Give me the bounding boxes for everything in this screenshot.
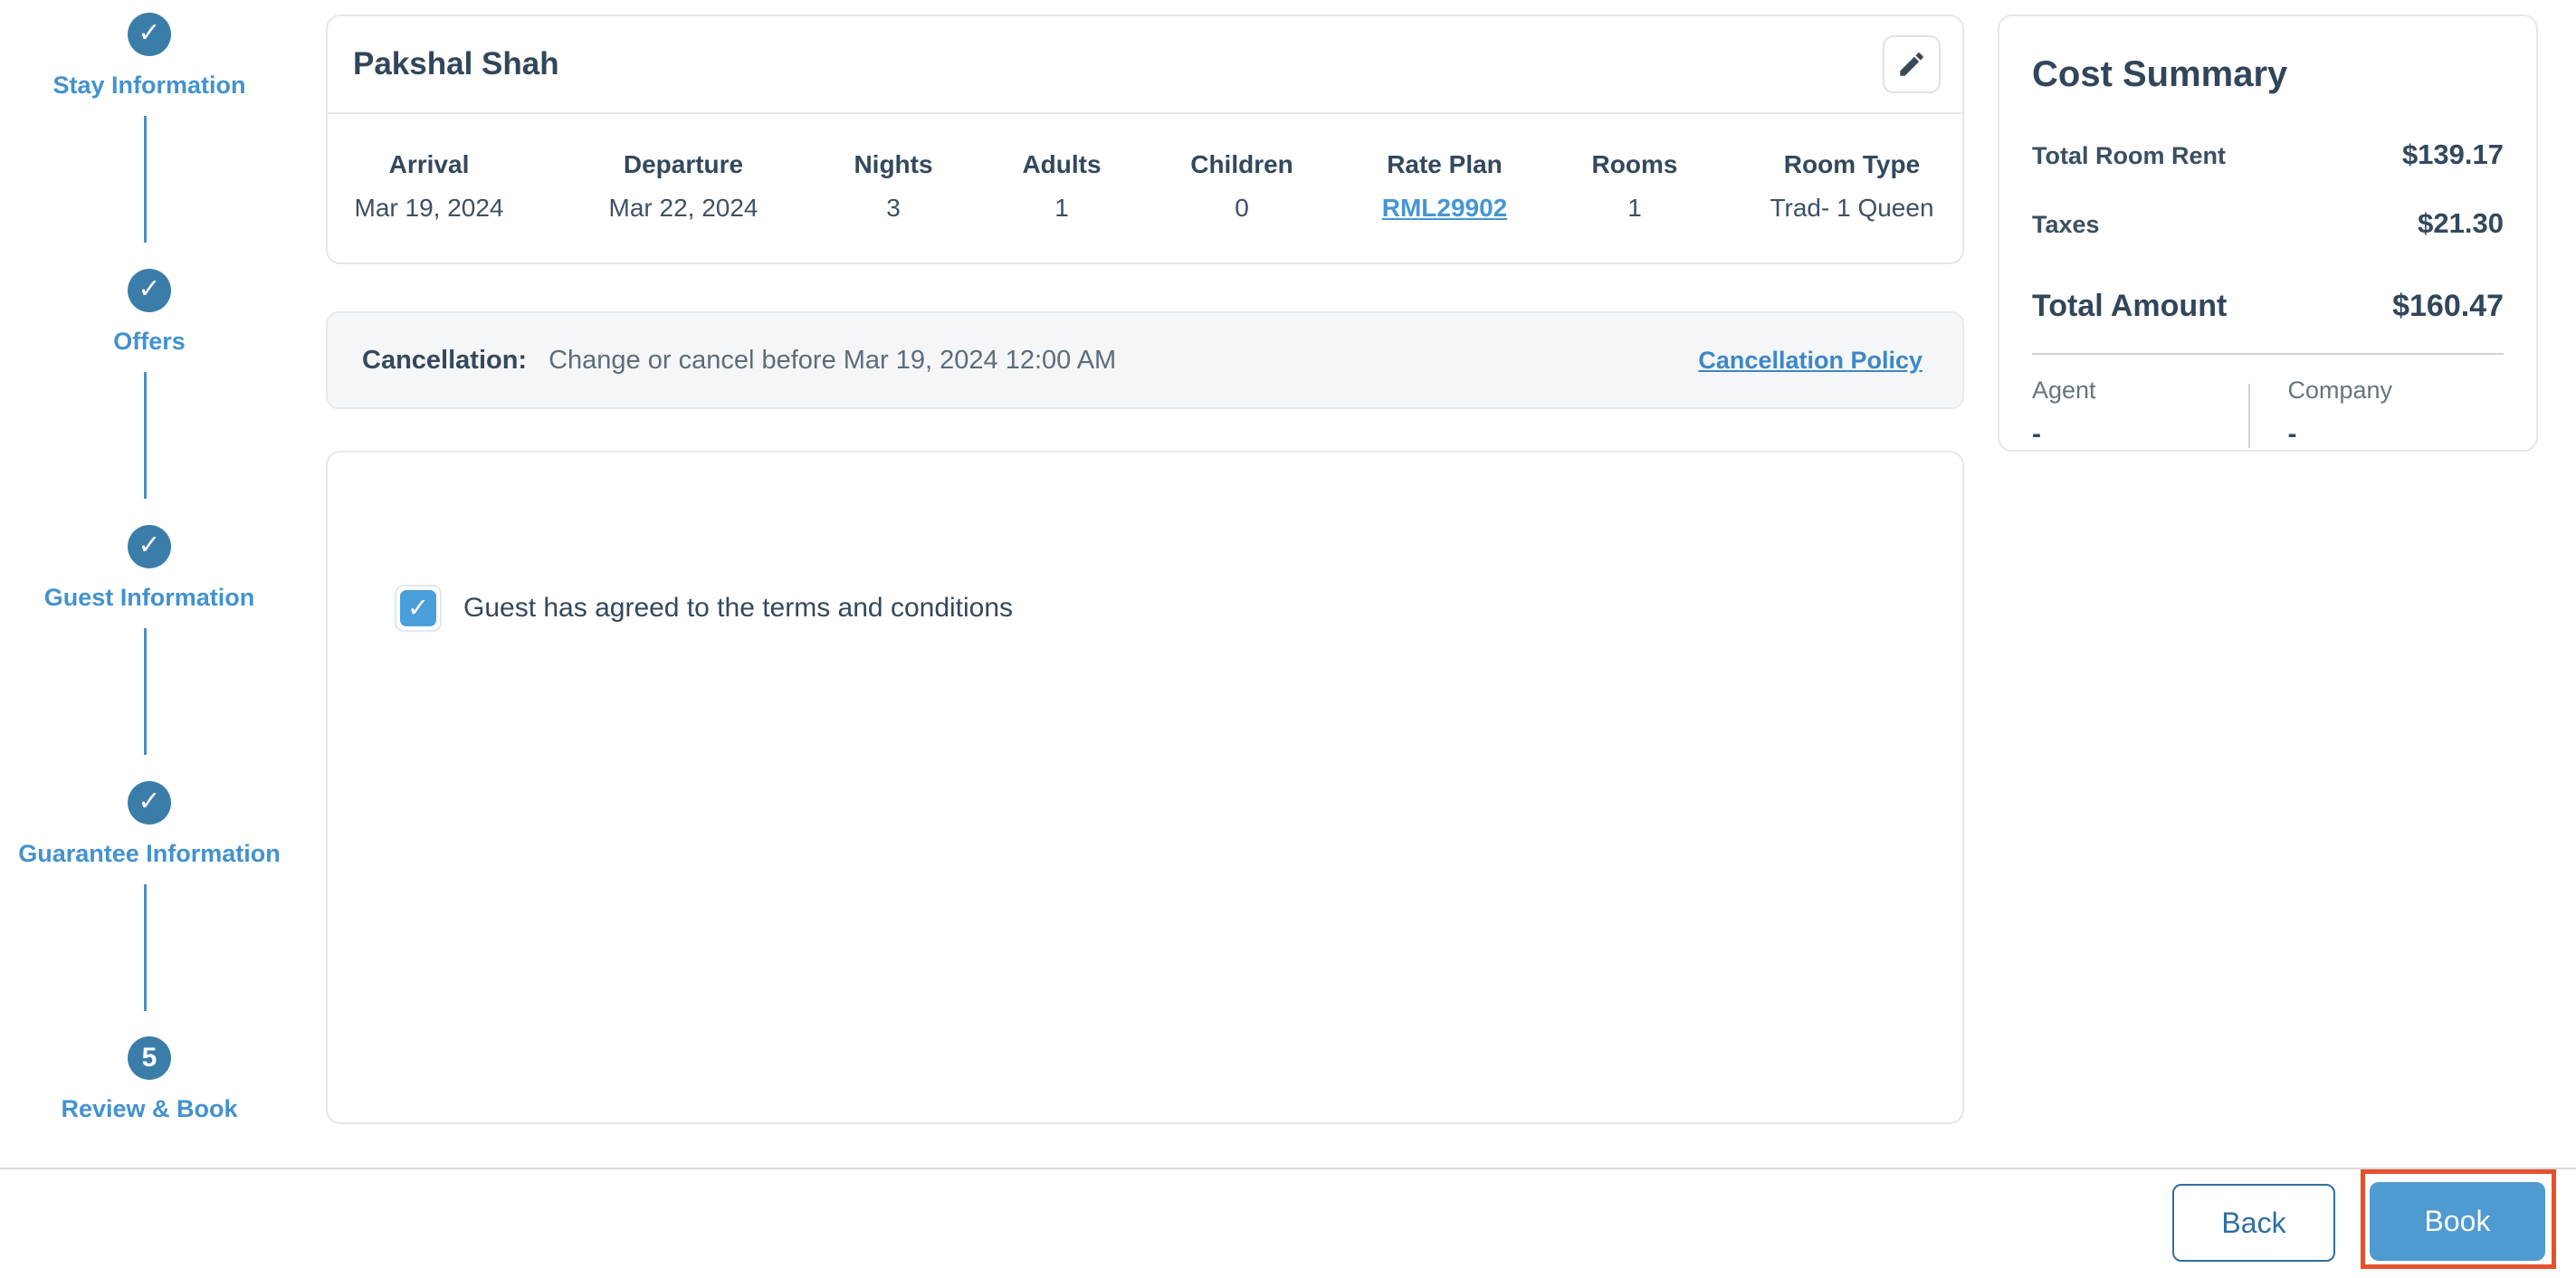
cost-value: $21.30 (2418, 207, 2504, 239)
rate-plan-link[interactable]: RML29902 (1382, 194, 1508, 223)
agent-company-row: Agent - Company - (2032, 377, 2504, 450)
cancellation-text: Change or cancel before Mar 19, 2024 12:… (549, 345, 1117, 375)
detail-adults: Adults 1 (962, 150, 1161, 223)
terms-card: ✓ Guest has agreed to the terms and cond… (326, 451, 1964, 1124)
company-label: Company (2287, 377, 2393, 404)
footer-divider (0, 1168, 2576, 1169)
check-icon: ✓ (138, 787, 161, 816)
cost-label: Total Room Rent (2032, 142, 2226, 169)
book-highlight-box: Book (2361, 1169, 2556, 1269)
stay-details-row: Arrival Mar 19, 2024 Departure Mar 22, 2… (328, 114, 1962, 262)
step-connector (144, 628, 147, 755)
step-guarantee-information[interactable]: ✓ Guarantee Information (0, 781, 299, 868)
detail-value: 1 (1627, 194, 1642, 222)
step-number: 5 (141, 1043, 157, 1073)
edit-pencil-icon (1900, 52, 1923, 76)
step-label: Offers (113, 328, 186, 355)
cost-summary-title: Cost Summary (2032, 54, 2288, 94)
cost-row-room-rent: Total Room Rent $139.17 (2032, 138, 2504, 171)
step-connector (144, 372, 147, 499)
booking-stepper: ✓ Stay Information ✓ Offers ✓ Guest Info… (0, 0, 299, 1168)
detail-rooms: Rooms 1 (1535, 150, 1734, 223)
step-label: Stay Information (52, 72, 246, 99)
check-icon: ✓ (138, 274, 161, 304)
step-complete-circle: ✓ (128, 525, 171, 568)
step-stay-information[interactable]: ✓ Stay Information (0, 13, 299, 100)
company-value: - (2287, 419, 2297, 449)
step-complete-circle: ✓ (128, 269, 171, 312)
total-amount-value: $160.47 (2392, 289, 2504, 323)
detail-rate-plan: Rate Plan RML29902 (1345, 150, 1544, 223)
step-connector (144, 884, 147, 1011)
cancellation-label: Cancellation: (362, 345, 528, 375)
agent-label: Agent (2032, 377, 2096, 404)
terms-checkbox-box: ✓ (400, 590, 436, 626)
step-label: Review & Book (61, 1095, 238, 1122)
step-connector (144, 116, 147, 243)
step-complete-circle: ✓ (128, 13, 171, 56)
check-icon: ✓ (138, 18, 161, 48)
check-icon: ✓ (138, 530, 161, 560)
cost-label: Taxes (2032, 211, 2100, 238)
back-button[interactable]: Back (2172, 1184, 2335, 1262)
detail-value: Mar 19, 2024 (354, 194, 504, 222)
detail-value: Trad- 1 Queen (1770, 194, 1934, 222)
cost-summary-card: Cost Summary Total Room Rent $139.17 Tax… (1998, 14, 2538, 452)
company-column: Company - (2250, 377, 2504, 450)
detail-value: 1 (1054, 194, 1069, 222)
cancellation-policy-link[interactable]: Cancellation Policy (1698, 347, 1922, 375)
guest-name: Pakshal Shah (353, 46, 559, 81)
detail-label: Rooms (1591, 150, 1678, 178)
step-offers[interactable]: ✓ Offers (0, 269, 299, 356)
terms-checkbox-label[interactable]: Guest has agreed to the terms and condit… (463, 593, 1013, 624)
detail-label: Arrival (388, 150, 470, 178)
step-label: Guest Information (43, 584, 255, 611)
cost-summary-divider (2032, 353, 2504, 355)
step-review-and-book[interactable]: 5 Review & Book (0, 1036, 299, 1123)
detail-value: Mar 22, 2024 (608, 194, 758, 222)
stay-card-header: Pakshal Shah (328, 16, 1962, 114)
agent-value: - (2032, 419, 2041, 449)
step-label: Guarantee Information (18, 840, 281, 867)
terms-checkbox-row: ✓ Guest has agreed to the terms and cond… (395, 585, 1013, 632)
booking-review-page: ✓ Stay Information ✓ Offers ✓ Guest Info… (0, 0, 2576, 1278)
detail-label: Children (1190, 150, 1293, 178)
book-button[interactable]: Book (2370, 1182, 2545, 1261)
step-complete-circle: ✓ (128, 781, 171, 825)
cost-row-total: Total Amount $160.47 (2032, 289, 2504, 324)
agent-column: Agent - (2032, 377, 2248, 450)
stay-summary-card: Pakshal Shah Arrival Mar 19, 2024 Depart… (326, 14, 1964, 264)
detail-label: Rate Plan (1387, 150, 1503, 178)
terms-checkbox[interactable]: ✓ (395, 585, 442, 632)
detail-label: Adults (1022, 150, 1102, 178)
detail-arrival: Arrival Mar 19, 2024 (329, 150, 529, 223)
detail-departure: Departure Mar 22, 2024 (584, 150, 783, 223)
total-amount-label: Total Amount (2032, 289, 2228, 323)
checkbox-check-icon: ✓ (406, 593, 430, 623)
cancellation-bar: Cancellation: Change or cancel before Ma… (326, 311, 1964, 409)
cost-row-taxes: Taxes $21.30 (2032, 207, 2504, 240)
detail-children: Children 0 (1142, 150, 1341, 223)
cost-value: $139.17 (2401, 138, 2504, 170)
detail-room-type: Room Type Trad- 1 Queen (1752, 150, 1951, 223)
step-number-circle: 5 (128, 1036, 171, 1080)
step-guest-information[interactable]: ✓ Guest Information (0, 525, 299, 612)
detail-value: 0 (1235, 194, 1249, 222)
detail-label: Departure (623, 150, 744, 178)
edit-stay-button[interactable] (1883, 35, 1941, 93)
detail-label: Room Type (1783, 150, 1921, 178)
